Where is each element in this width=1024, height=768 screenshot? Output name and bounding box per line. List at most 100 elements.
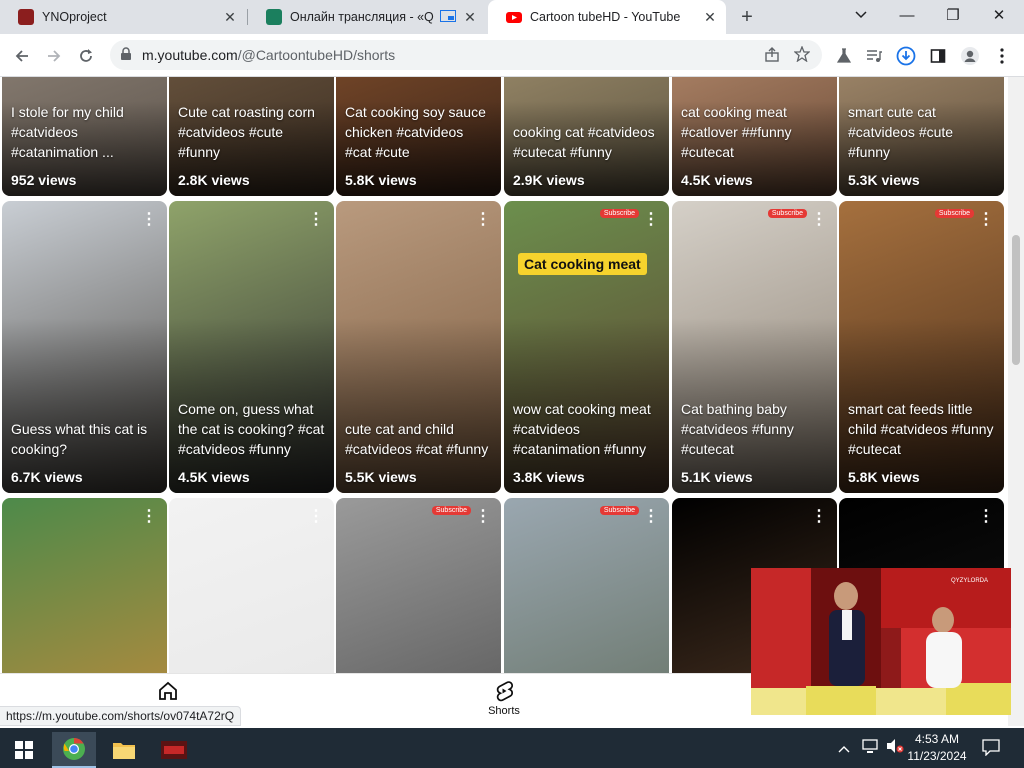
short-title: Guess what this cat is cooking? [11,421,148,457]
short-card[interactable]: Cat cooking soy sauce chicken #catvideos… [336,77,501,196]
close-window-button[interactable]: ✕ [976,0,1022,30]
status-bar-url: https://m.youtube.com/shorts/ov074tA72rQ [0,706,242,726]
short-title: wow cat cooking meat #catvideos #catanim… [513,401,651,457]
short-card[interactable]: cooking cat #catvideos #cutecat #funny 2.… [504,77,669,196]
more-options-icon[interactable]: ⋮ [811,211,827,229]
short-card[interactable]: ⋮ [2,498,167,673]
thumbnail-caption: Cat cooking meat [518,253,647,275]
subscribe-badge: Subscribe [934,209,974,218]
address-bar[interactable]: m.youtube.com/@CartoontubeHD/shorts [110,40,822,70]
side-panel-icon[interactable] [924,42,952,70]
qyz-favicon-icon [266,9,282,25]
short-title: smart cat feeds little child #catvideos … [848,401,994,457]
close-tab-icon[interactable]: ✕ [462,9,478,26]
more-options-icon[interactable]: ⋮ [308,508,324,526]
windows-taskbar: 4:53 AM 11/23/2024 [0,728,1024,768]
short-card[interactable]: Cute cat roasting corn #catvideos #cute … [169,77,334,196]
chevron-up-icon[interactable] [838,740,850,758]
chevron-down-icon[interactable] [838,0,884,30]
notification-center-icon[interactable] [982,738,1000,761]
subscribe-badge: Subscribe [431,506,471,515]
clock-date: 11/23/2024 [907,749,967,763]
pip-video-frame: QYZYLORDA [751,568,1011,715]
kebab-menu-icon[interactable] [988,42,1016,70]
short-card[interactable]: ⋮ Come on, guess what the cat is cooking?… [169,201,334,493]
labs-flask-icon[interactable] [830,42,858,70]
more-options-icon[interactable]: ⋮ [475,211,491,229]
nav-shorts[interactable]: Shorts [464,680,544,717]
back-arrow-icon[interactable] [8,42,36,70]
taskbar-clock[interactable]: 4:53 AM 11/23/2024 [902,731,972,765]
subscribe-badge: Subscribe [599,209,639,218]
ynoproject-taskbar-icon[interactable] [152,732,196,768]
short-card[interactable]: ⋮ cute cat and child #catvideos #cat #fun… [336,201,501,493]
short-card[interactable]: ⋮ Guess what this cat is cooking? 6.7K vie… [2,201,167,493]
new-tab-button[interactable]: + [735,5,759,29]
nav-shorts-label: Shorts [488,705,520,717]
short-card[interactable]: cat cooking meat #catlover ##funny #cute… [672,77,837,196]
nav-home[interactable] [128,680,208,705]
short-card[interactable]: ⋮ Subscribe [504,498,669,673]
short-card[interactable]: ⋮ smart cat feeds little child #catvideos… [839,201,1004,493]
more-options-icon[interactable]: ⋮ [643,508,659,526]
scrollbar-thumb[interactable] [1012,235,1020,365]
url-text: m.youtube.com/@CartoontubeHD/shorts [142,47,395,63]
short-title: I stole for my child #catvideos #catanim… [11,104,124,160]
file-explorer-icon[interactable] [102,732,146,768]
more-options-icon[interactable]: ⋮ [308,211,324,229]
chrome-taskbar-icon[interactable] [52,732,96,768]
short-card[interactable]: smart cute cat #catvideos #cute #funny 5.… [839,77,1004,196]
tab-qyzylorda-live[interactable]: Онлайн трансляция - «QYZ ✕ [248,0,486,34]
short-card[interactable]: ⋮ [169,498,334,673]
subscribe-badge: Subscribe [599,506,639,515]
reload-icon[interactable] [72,42,100,70]
more-options-icon[interactable]: ⋮ [475,508,491,526]
more-options-icon[interactable]: ⋮ [811,508,827,526]
short-view-count: 2.9K views [513,172,585,188]
minimize-button[interactable]: — [884,0,930,30]
ynoproject-favicon-icon [18,9,34,25]
browser-toolbar: m.youtube.com/@CartoontubeHD/shorts [0,34,1024,77]
tab-ynoproject[interactable]: YNOproject ✕ [0,0,246,34]
more-options-icon[interactable]: ⋮ [141,508,157,526]
more-options-icon[interactable]: ⋮ [978,211,994,229]
short-view-count: 5.8K views [345,172,417,188]
close-tab-icon[interactable]: ✕ [222,9,238,26]
share-icon[interactable] [764,47,780,68]
more-options-icon[interactable]: ⋮ [643,211,659,229]
restore-button[interactable]: ❐ [930,0,976,30]
tab-title: Онлайн трансляция - «QYZ [290,10,434,24]
tab-title: YNOproject [42,10,107,24]
url-path: /@CartoontubeHD/shorts [237,47,396,63]
tab-title: Cartoon tubeHD - YouTube [530,10,681,24]
media-queue-icon[interactable] [860,42,888,70]
bookmark-star-icon[interactable] [793,45,811,67]
thumbnail-gradient [2,317,167,493]
close-tab-icon[interactable]: ✕ [702,9,718,26]
short-view-count: 2.8K views [178,172,250,188]
download-icon[interactable] [892,42,920,70]
short-title: smart cute cat #catvideos #cute #funny [848,104,954,160]
more-options-icon[interactable]: ⋮ [978,508,994,526]
picture-in-picture-icon [440,9,456,25]
short-card[interactable]: ⋮ Subscribe [336,498,501,673]
short-card[interactable]: ⋮ Cat bathing baby #catvideos #funny #cut… [672,201,837,493]
more-options-icon[interactable]: ⋮ [141,211,157,229]
profile-avatar-icon[interactable] [956,42,984,70]
subscribe-badge: Subscribe [767,209,807,218]
short-view-count: 6.7K views [11,469,83,485]
short-view-count: 5.3K views [848,172,920,188]
short-title: Cat bathing baby #catvideos #funny #cute… [681,401,794,457]
tab-youtube[interactable]: Cartoon tubeHD - YouTube ✕ [488,0,726,34]
short-title: Cat cooking soy sauce chicken #catvideos… [345,104,486,160]
short-title: cooking cat #catvideos #cutecat #funny [513,124,655,160]
pip-channel-tag: QYZYLORDA [951,578,988,584]
network-icon[interactable] [862,738,880,759]
picture-in-picture-video[interactable]: QYZYLORDA [751,568,1011,715]
thumbnail-gradient [336,317,501,493]
windows-start-icon[interactable] [2,732,46,768]
clock-time: 4:53 AM [914,732,960,746]
forward-arrow-icon[interactable] [40,42,68,70]
short-card[interactable]: ⋮ wow cat cooking meat #catvideos #catani… [504,201,669,493]
short-card[interactable]: I stole for my child #catvideos #catanim… [2,77,167,196]
